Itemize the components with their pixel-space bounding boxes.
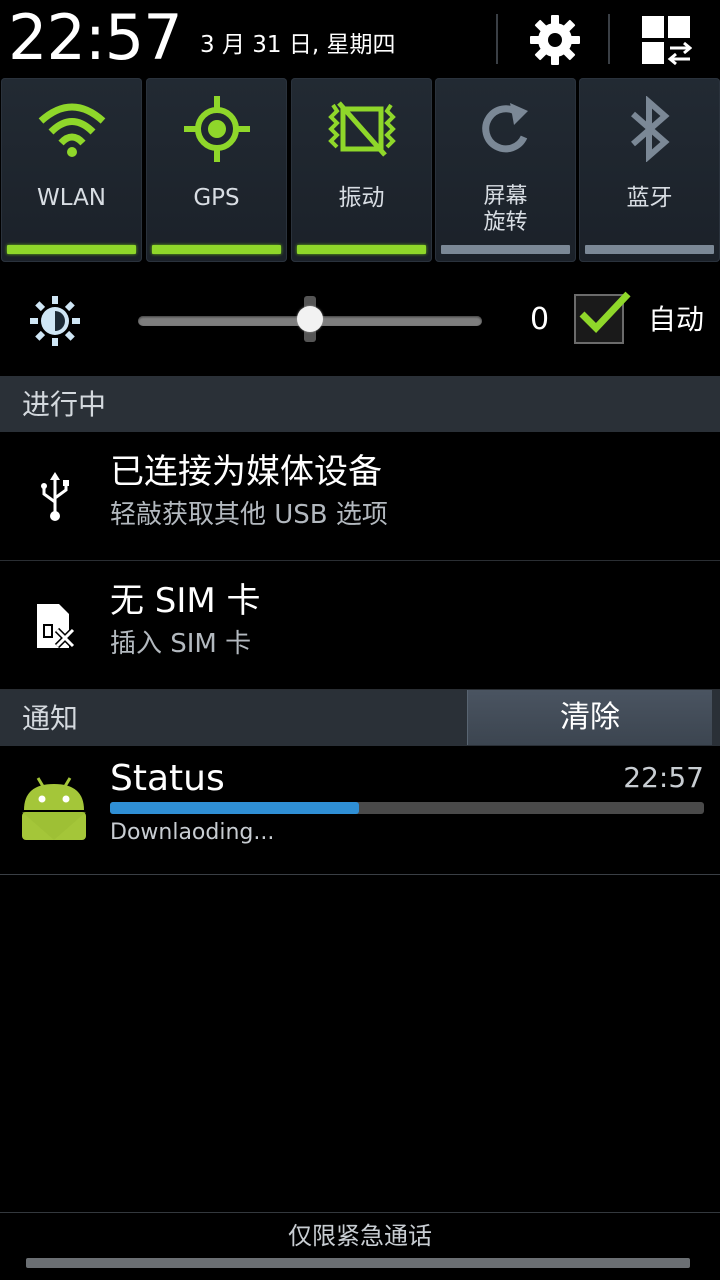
settings-button[interactable] bbox=[510, 6, 600, 74]
gps-icon bbox=[183, 96, 250, 162]
wifi-icon bbox=[38, 103, 105, 157]
notification-item[interactable]: Status 22:57 Downlaoding... bbox=[0, 746, 720, 875]
notification-header: 22:57 3 月 31 日, 星期四 bbox=[0, 0, 720, 78]
item-subtitle: 插入 SIM 卡 bbox=[110, 629, 252, 659]
toggle-label-line: 屏幕 bbox=[483, 184, 528, 209]
progress-fill bbox=[110, 802, 360, 814]
brightness-icon bbox=[30, 296, 80, 346]
toggle-indicator bbox=[152, 245, 281, 254]
brightness-row: 0 自动 bbox=[0, 264, 720, 376]
auto-brightness-checkbox[interactable] bbox=[574, 291, 631, 344]
toggle-wlan[interactable]: WLAN bbox=[1, 78, 142, 262]
rotate-icon bbox=[481, 103, 528, 153]
toggle-label: WLAN bbox=[36, 185, 107, 211]
notification-title: Status bbox=[110, 758, 225, 799]
gear-icon bbox=[530, 15, 580, 65]
ongoing-sim-item[interactable]: 无 SIM 卡 插入 SIM 卡 bbox=[0, 561, 720, 690]
toggle-indicator bbox=[297, 245, 426, 254]
android-icon bbox=[22, 777, 86, 840]
section-ongoing-header: 进行中 bbox=[0, 376, 720, 432]
item-title: 已连接为媒体设备 bbox=[110, 452, 382, 492]
section-title: 进行中 bbox=[22, 388, 107, 421]
header-divider bbox=[608, 14, 610, 64]
toggle-indicator bbox=[441, 245, 570, 254]
vibrate-icon bbox=[327, 101, 396, 157]
footer-divider bbox=[0, 1212, 720, 1213]
drag-handle[interactable] bbox=[26, 1258, 690, 1268]
toggle-label: 蓝牙 bbox=[626, 185, 673, 211]
header-divider bbox=[496, 14, 498, 64]
clock-time: 22:57 bbox=[8, 1, 183, 74]
section-title: 通知 bbox=[22, 702, 79, 735]
toggle-gps[interactable]: GPS bbox=[146, 78, 287, 262]
toggle-label: GPS bbox=[193, 185, 240, 211]
notification-text: Downlaoding... bbox=[110, 820, 275, 845]
toggle-indicator bbox=[7, 245, 136, 254]
toggle-layout-button[interactable] bbox=[620, 6, 712, 74]
toggle-label: 屏幕 旋转 bbox=[435, 184, 576, 236]
ongoing-usb-item[interactable]: 已连接为媒体设备 轻敲获取其他 USB 选项 bbox=[0, 432, 720, 561]
clear-notifications-button[interactable]: 清除 bbox=[467, 690, 712, 745]
item-title: 无 SIM 卡 bbox=[110, 581, 261, 621]
slider-thumb[interactable] bbox=[297, 306, 323, 332]
bluetooth-icon bbox=[630, 96, 670, 162]
item-subtitle: 轻敲获取其他 USB 选项 bbox=[110, 500, 388, 530]
checkmark-icon bbox=[579, 291, 631, 334]
brightness-value: 0 bbox=[530, 302, 550, 337]
download-progress-bar bbox=[110, 802, 704, 814]
usb-icon bbox=[41, 472, 69, 521]
toggle-label: 振动 bbox=[338, 185, 385, 211]
grid-swap-icon bbox=[642, 16, 692, 66]
toggle-label-line: 旋转 bbox=[483, 210, 528, 235]
notification-time: 22:57 bbox=[623, 761, 704, 794]
carrier-label: 仅限紧急通话 bbox=[288, 1222, 432, 1250]
toggle-vibrate[interactable]: 振动 bbox=[291, 78, 432, 262]
toggle-bluetooth[interactable]: 蓝牙 bbox=[579, 78, 720, 262]
quick-settings-panel: WLAN GPS 振动 屏幕 旋转 蓝牙 bbox=[0, 78, 720, 264]
no-sim-icon bbox=[37, 604, 75, 649]
toggle-rotate[interactable]: 屏幕 旋转 bbox=[435, 78, 576, 262]
auto-brightness-label: 自动 bbox=[648, 303, 705, 336]
toggle-indicator bbox=[585, 245, 714, 254]
date-text: 3 月 31 日, 星期四 bbox=[200, 32, 396, 58]
